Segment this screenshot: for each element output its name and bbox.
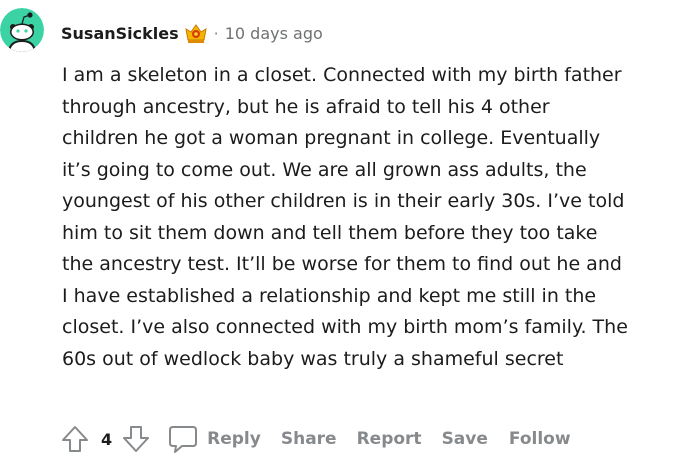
vote-score: 4	[101, 429, 113, 449]
share-button[interactable]: Share	[281, 429, 337, 449]
meta-separator: ·	[213, 23, 219, 43]
comment-body: I am a skeleton in a closet. Connected w…	[62, 60, 698, 375]
comment-actions: 4 Reply Share Report Save Follow	[60, 422, 571, 456]
comment-header: SusanSickles · 10 days ago	[61, 20, 323, 46]
comment-body-line: the ancestry test. It’ll be worse for th…	[62, 253, 622, 275]
follow-button[interactable]: Follow	[509, 429, 571, 449]
reply-button[interactable]: Reply	[167, 424, 261, 454]
comment-body-line: it’s going to come out. We are all grown…	[62, 158, 587, 181]
comment: SusanSickles · 10 days ago I am a skelet…	[0, 0, 700, 456]
comment-body-line: closet. I’ve also connected with my birt…	[62, 316, 628, 338]
award-badge-icon[interactable]	[184, 21, 208, 45]
avatar[interactable]	[0, 8, 44, 52]
snoo-avatar-icon	[0, 8, 44, 52]
username[interactable]: SusanSickles	[61, 24, 179, 43]
comment-body-line: children he got a woman pregnant in coll…	[62, 127, 601, 149]
comment-body-line: him to sit them down and tell them befor…	[62, 221, 598, 244]
save-button[interactable]: Save	[442, 429, 488, 449]
downvote-icon[interactable]	[121, 424, 151, 454]
comment-body-line: I have established a relationship and ke…	[62, 284, 597, 307]
report-button[interactable]: Report	[357, 429, 422, 449]
comment-body-line: I am a skeleton in a closet. Connected w…	[62, 64, 622, 86]
comment-body-line: 60s out of wedlock baby was truly a sham…	[62, 347, 564, 370]
timestamp[interactable]: 10 days ago	[225, 24, 323, 43]
comment-bubble-icon	[167, 424, 199, 454]
comment-body-line: youngest of his other children is in the…	[62, 190, 625, 212]
reply-label: Reply	[207, 429, 261, 449]
comment-body-line: through ancestry, but he is afraid to te…	[62, 95, 550, 118]
upvote-icon[interactable]	[60, 424, 90, 454]
